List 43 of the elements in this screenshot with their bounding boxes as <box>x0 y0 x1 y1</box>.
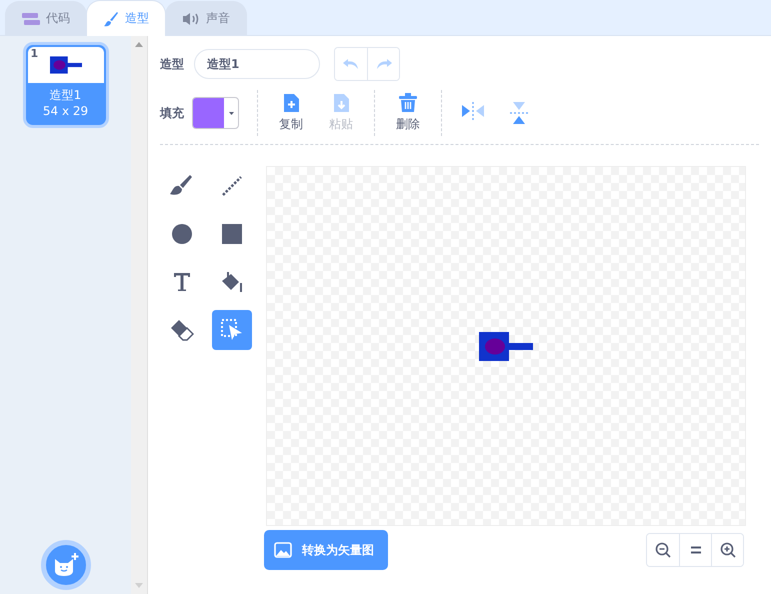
delete-button[interactable]: 删除 <box>383 93 433 133</box>
trash-icon <box>399 93 417 113</box>
flip-horizontal-icon <box>462 102 484 120</box>
tab[interactable]: 代码 <box>5 1 87 35</box>
zoom-out-icon <box>655 542 671 558</box>
copy-button[interactable]: 复制 <box>266 93 316 133</box>
brush-icon <box>170 175 194 197</box>
select-arrow-icon <box>221 319 243 341</box>
line-icon <box>222 176 242 196</box>
tab[interactable]: 声音 <box>165 1 247 35</box>
document-arrow-icon <box>332 93 350 113</box>
code-blocks-icon <box>22 12 40 24</box>
costume-number: 1 <box>30 47 38 60</box>
costume-size: 54 x 29 <box>42 104 90 118</box>
fill-label: 填充 <box>160 104 184 122</box>
tank-drawing <box>479 332 533 360</box>
undo-icon <box>343 58 359 70</box>
speaker-icon <box>182 12 200 26</box>
costume-name-field[interactable]: 造型1 <box>194 49 320 79</box>
document-plus-icon <box>282 93 300 113</box>
eraser-icon <box>170 319 194 341</box>
add-costume-button[interactable] <box>40 540 90 590</box>
select-tool[interactable] <box>212 310 252 350</box>
redo-icon <box>376 58 392 70</box>
zoom-in-icon <box>720 542 736 558</box>
brush-icon <box>103 10 119 26</box>
convert-to-vector-button[interactable]: 转换为矢量图 <box>264 530 388 570</box>
image-icon <box>274 542 292 558</box>
text-icon <box>173 272 191 292</box>
zoom-in-button[interactable] <box>711 534 743 566</box>
fill-color-picker[interactable] <box>192 97 239 129</box>
square-icon <box>222 224 242 244</box>
costume-label: 造型 <box>160 56 184 72</box>
tab[interactable]: 造型 <box>86 0 166 36</box>
paint-bucket-icon <box>220 270 244 294</box>
caret-icon <box>228 112 234 114</box>
tank-drawing <box>50 56 82 74</box>
flip-vertical-icon <box>510 102 528 124</box>
equals-icon <box>690 546 702 554</box>
costume-tile[interactable]: 1 造型1 54 x 29 <box>22 42 108 128</box>
circle-icon <box>172 224 192 244</box>
costume-name: 造型1 <box>48 87 82 104</box>
cat-plus-icon <box>52 553 78 577</box>
